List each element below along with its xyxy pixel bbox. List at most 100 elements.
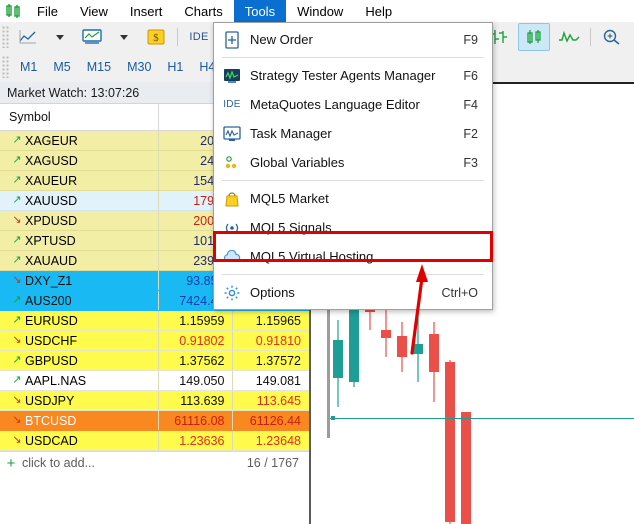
symbol-name: XAGUSD [25,153,78,168]
symbol-cell: ↘ XPDUSD [0,211,159,230]
menu-item-mqle-label: MetaQuotes Language Editor [250,97,420,112]
table-row[interactable]: ↘ USDCHF 0.91802 0.91810 [0,331,309,351]
ask-cell: 149.081 [255,373,301,388]
symbol-name: XAUEUR [25,173,78,188]
menu-tools-label: Tools [244,3,276,19]
symbol-name: AUS200 [25,293,72,308]
symbol-cell: ↘ USDJPY [0,391,159,410]
zoom-in-icon[interactable] [596,23,628,51]
metaeditor-ide-icon: IDE [223,99,241,110]
add-symbol-plus-icon: + [6,454,16,472]
ask-cell: 1.15965 [255,313,301,328]
menu-item-new-order[interactable]: New Order F9 [214,25,492,54]
timeframe-m30[interactable]: M30 [119,54,159,80]
symbol-cell: ↗ AUS200 [0,291,159,310]
arrow-up-icon: ↗ [12,154,22,166]
ask-cell: 61126.44 [249,413,301,428]
symbol-cell: ↗ AAPL.NAS [0,371,159,390]
timeframe-m5-label: M5 [53,60,71,74]
menu-item-new-order-label: New Order [250,32,313,47]
menu-window[interactable]: Window [286,0,354,22]
symbol-name: XPTUSD [25,233,76,248]
toolbar-grip[interactable] [2,26,9,48]
new-order-icon [214,30,250,49]
timeframe-h1[interactable]: H1 [159,54,191,80]
table-row[interactable]: ↗ EURUSD 1.15959 1.15965 [0,311,309,331]
menu-insert[interactable]: Insert [119,0,174,22]
arrow-down-icon: ↘ [12,394,22,406]
arrow-up-icon: ↗ [12,194,22,206]
global-variables-icon [214,155,250,171]
symbol-count-label: 16 / 1767 [246,456,299,470]
candlestick-chart-icon[interactable] [518,23,550,51]
menu-tools[interactable]: Tools [233,0,287,22]
arrow-up-icon: ↗ [12,254,22,266]
symbol-name: BTCUSD [25,413,77,428]
symbol-cell: ↗ XAUAUD [0,251,159,270]
menu-item-mql5-market[interactable]: MQL5 Market [214,184,492,213]
table-row[interactable]: ↗ AAPL.NAS 149.050 149.081 [0,371,309,391]
table-row[interactable]: ↗ GBPUSD 1.37562 1.37572 [0,351,309,371]
market-watch-add-row[interactable]: + click to add... 16 / 1767 [0,451,309,474]
symbol-name: EURUSD [25,313,78,328]
menu-item-task-manager[interactable]: Task Manager F2 [214,119,492,148]
symbol-cell: ↘ USDCAD [0,431,159,450]
symbol-cell: ↗ XAUUSD [0,191,159,210]
menu-view-label: View [79,3,108,19]
bid-cell: 113.639 [159,391,234,410]
table-row[interactable]: ↘ BTCUSD 61116.08 61126.44 [0,411,309,431]
timeframe-m1-label: M1 [20,60,38,74]
arrow-down-icon: ↘ [12,214,22,226]
symbol-cell: ↘ DXY_Z1 [0,271,159,290]
timeframe-m15[interactable]: M15 [79,54,119,80]
line-chart-icon[interactable] [553,23,585,51]
menu-window-label: Window [297,3,344,19]
timeframe-m1[interactable]: M1 [12,54,45,80]
chart-window-icon[interactable] [76,23,108,51]
bid-cell: 0.91802 [159,331,234,350]
column-header-symbol[interactable]: Symbol [0,104,159,130]
ide-button[interactable]: IDE [183,23,215,51]
new-chart-icon[interactable] [12,23,44,51]
arrow-up-icon: ↗ [12,174,22,186]
menu-item-options[interactable]: Options Ctrl+O [214,278,492,307]
chart-dropdown-caret-icon[interactable] [44,23,76,51]
add-symbol-label: click to add... [22,456,95,470]
menu-item-metaquotes-language-editor[interactable]: IDE MetaQuotes Language Editor F4 [214,90,492,119]
menu-item-strategy-tester-label: Strategy Tester Agents Manager [250,68,436,83]
menu-item-mql5-market-label: MQL5 Market [250,191,329,206]
menu-charts[interactable]: Charts [173,0,233,22]
menu-item-strategy-tester-shortcut: F6 [463,68,478,83]
symbol-cell: ↗ XAGUSD [0,151,159,170]
menu-separator-1 [222,57,484,58]
chart-window-dropdown-caret-icon[interactable] [108,23,140,51]
table-row[interactable]: ↘ USDJPY 113.639 113.645 [0,391,309,411]
toolbar-separator-1 [177,28,178,46]
menu-item-global-variables[interactable]: Global Variables F3 [214,148,492,177]
menu-help[interactable]: Help [354,0,403,22]
chart-price-line [330,418,634,419]
tools-dropdown-menu: New Order F9 Strategy Tester Agents Mana… [213,22,493,310]
symbol-cell: ↗ GBPUSD [0,351,159,370]
symbol-name: AAPL.NAS [25,373,87,388]
menu-item-strategy-tester-agents-manager[interactable]: Strategy Tester Agents Manager F6 [214,61,492,90]
menu-file[interactable]: File [26,0,69,22]
menu-item-mql5-signals[interactable]: MQL5 Signals [214,213,492,242]
arrow-down-icon: ↘ [12,434,22,446]
arrow-down-icon: ↘ [12,414,22,426]
symbol-name: USDCHF [25,333,78,348]
menu-item-mql5-virtual-hosting[interactable]: MQL5 Virtual Hosting [214,242,492,271]
symbol-cell: ↗ XAGEUR [0,131,159,150]
timeframe-h1-label: H1 [167,60,184,74]
bid-cell: 1.23636 [159,431,234,450]
symbol-cell: ↗ EURUSD [0,311,159,330]
menu-item-global-variables-label: Global Variables [250,155,345,170]
menu-file-label: File [37,3,58,19]
menu-view[interactable]: View [69,0,119,22]
menu-help-label: Help [365,3,393,19]
table-row[interactable]: ↘ USDCAD 1.23636 1.23648 [0,431,309,451]
timeframe-m5[interactable]: M5 [45,54,78,80]
arrow-up-icon: ↗ [12,234,22,246]
timeframe-grip[interactable] [2,56,9,78]
new-order-dollar-icon[interactable]: $ [140,23,172,51]
